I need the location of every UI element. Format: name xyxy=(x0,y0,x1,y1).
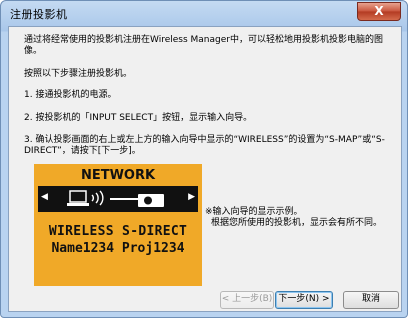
left-arrow-icon: ◀ xyxy=(41,192,48,202)
wireless-mode-label: WIRELESS S-DIRECT xyxy=(48,224,188,239)
pc-to-projector-icon xyxy=(67,190,164,207)
intro-text: 通过将经常使用的投影机注册在Wireless Manager中，可以轻松地用投影… xyxy=(24,35,383,56)
next-button[interactable]: 下一步(N) > xyxy=(275,291,333,309)
dialog-body: 通过将经常使用的投影机注册在Wireless Manager中，可以轻松地用投影… xyxy=(8,26,402,312)
guide-connection-bar: ◀ ▶ xyxy=(38,186,198,212)
step-1: 1. 接通投影机的电源。 xyxy=(24,90,117,100)
dialog-window: 注册投影机 X 通过将经常使用的投影机注册在Wireless Manager中，… xyxy=(0,0,408,318)
back-button[interactable]: < 上一步(B) xyxy=(220,291,274,309)
right-arrow-icon: ▶ xyxy=(188,192,195,202)
window-title: 注册投影机 xyxy=(10,8,68,21)
close-button[interactable]: X xyxy=(357,2,401,21)
note-line-2: 根据您所使用的投影机，显示会有所不同。 xyxy=(211,218,383,228)
input-guide-example: NETWORK ◀ ▶ WIRELESS S-DIRECT Name1234 P… xyxy=(34,164,202,286)
steps-heading: 按照以下步骤注册投影机。 xyxy=(24,69,133,79)
step-3: 3. 确认投影画面的右上或左上方的输入向导中显示的“WIRELESS”的设置为“… xyxy=(24,135,385,156)
cancel-button[interactable]: 取消 xyxy=(343,291,399,309)
name-projector-line: Name1234 Proj1234 xyxy=(51,241,185,256)
note-line-1: ※输入向导的显示示例。 xyxy=(205,207,303,217)
title-bar[interactable]: 注册投影机 X xyxy=(1,1,407,25)
network-label: NETWORK xyxy=(80,168,156,183)
step-2: 2. 按投影机的「INPUT SELECT」按钮，显示输入向导。 xyxy=(24,113,253,123)
